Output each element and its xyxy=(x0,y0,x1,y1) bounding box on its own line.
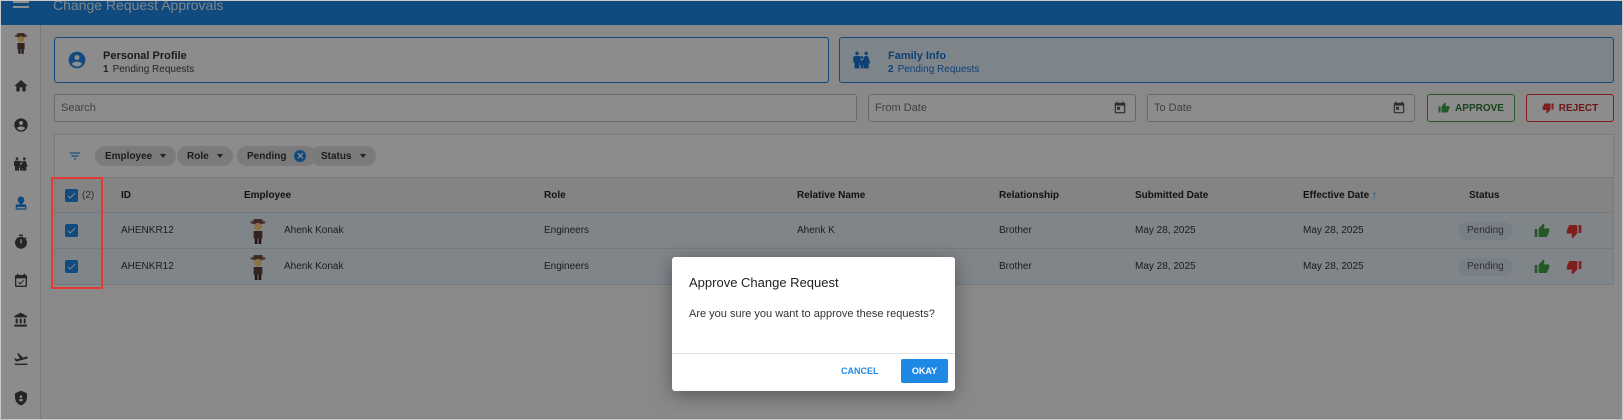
cancel-button[interactable]: CANCEL xyxy=(841,366,879,376)
okay-button[interactable]: OKAY xyxy=(901,359,948,383)
checkbox-highlight-annotation xyxy=(51,177,103,289)
approve-confirm-dialog: Approve Change Request Are you sure you … xyxy=(672,257,955,391)
dialog-message: Are you sure you want to approve these r… xyxy=(689,308,935,320)
dialog-divider xyxy=(672,353,955,354)
app-window: Change Request Approvals Personal Profil… xyxy=(0,0,1623,420)
dialog-title: Approve Change Request xyxy=(689,275,839,290)
